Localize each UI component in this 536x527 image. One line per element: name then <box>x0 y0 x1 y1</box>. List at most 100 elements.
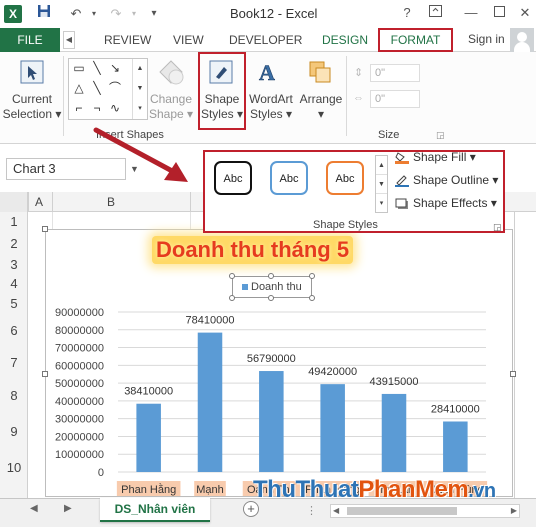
row-header-7[interactable]: 7 <box>0 355 28 370</box>
chart-bar <box>136 403 161 472</box>
avatar[interactable] <box>510 28 534 52</box>
legend-resize-handle[interactable] <box>229 273 235 279</box>
shapes-gallery-scroll[interactable]: ▲ ▼ ▾ <box>132 59 147 119</box>
shape-effects-icon <box>395 198 409 210</box>
shape-style-orange-outline[interactable]: Abc <box>326 161 364 195</box>
line-shape-icon[interactable]: ╲ <box>89 61 105 75</box>
shape-styles-label-1: Shape <box>204 92 240 106</box>
sheet-tab[interactable]: DS_Nhân viên <box>100 498 210 522</box>
rectangle-shape-icon[interactable]: ▭ <box>71 61 87 75</box>
ribbon-display-options-icon[interactable] <box>424 2 446 24</box>
arrange-label: Arrange <box>299 92 343 106</box>
column-header-b[interactable]: B <box>107 195 115 209</box>
redo-icon[interactable]: ↷ <box>106 4 126 24</box>
row-header-2[interactable]: 2 <box>0 236 28 251</box>
gallery-more-icon[interactable]: ▾ <box>133 99 147 119</box>
row-header-10[interactable]: 10 <box>0 460 28 475</box>
legend-resize-handle[interactable] <box>268 273 274 279</box>
gallery-down-icon[interactable]: ▼ <box>133 79 147 99</box>
shape-styles-label-2: Styles ▾ <box>200 107 244 121</box>
tab-design[interactable]: DESIGN <box>322 33 368 47</box>
shape-style-blue-outline[interactable]: Abc <box>270 161 308 195</box>
y-tick-label: 10000000 <box>55 449 104 461</box>
legend-resize-handle[interactable] <box>229 295 235 301</box>
horizontal-scrollbar[interactable]: ◀ ▶ <box>330 504 520 518</box>
row-header-4[interactable]: 4 <box>0 276 28 291</box>
gallery-down-icon[interactable]: ▼ <box>376 175 387 194</box>
wordart-styles-button[interactable]: WordArt Styles ▾ <box>246 92 296 122</box>
undo-dropdown-icon[interactable]: ▾ <box>84 4 104 24</box>
row-header-8[interactable]: 8 <box>0 388 28 403</box>
row-header-9[interactable]: 9 <box>0 424 28 439</box>
shape-styles-icon <box>208 59 234 88</box>
chart-bar <box>320 384 345 472</box>
row-header-5[interactable]: 5 <box>0 296 28 311</box>
shape-styles-gallery-scroll[interactable]: ▲ ▼ ▾ <box>375 155 388 213</box>
pencil-icon <box>395 175 409 187</box>
maximize-button[interactable] <box>488 2 510 24</box>
tab-review[interactable]: REVIEW <box>104 33 151 47</box>
shape-width-input[interactable]: 0" <box>370 90 420 108</box>
row-header-6[interactable]: 6 <box>0 323 28 338</box>
shape-styles-button[interactable]: Shape Styles ▾ <box>200 92 244 122</box>
undo-icon[interactable]: ↶ <box>66 4 86 24</box>
minimize-button[interactable]: — <box>460 2 482 24</box>
row-header-3[interactable]: 3 <box>0 257 28 272</box>
shapes-gallery[interactable]: ▭ ╲ ↘ △ ╲ ⌒ ⌐ ¬ ∿ ▲ ▼ ▾ <box>68 58 148 120</box>
column-header-a[interactable]: A <box>35 195 43 209</box>
legend-resize-handle[interactable] <box>268 295 274 301</box>
scroll-right-icon[interactable]: ▶ <box>511 505 517 517</box>
close-button[interactable]: ✕ <box>514 2 536 24</box>
sheet-nav-left-icon[interactable]: ◀ <box>30 503 38 514</box>
gallery-up-icon[interactable]: ▲ <box>133 59 147 79</box>
shape-styles-dialog-launcher-icon[interactable]: ◲ <box>493 222 502 233</box>
ribbon-separator <box>346 56 347 136</box>
tab-developer[interactable]: DEVELOPER <box>229 33 302 47</box>
sign-in-link[interactable]: Sign in <box>468 32 505 46</box>
customize-quick-access-icon[interactable]: ▾ <box>144 4 164 24</box>
gallery-up-icon[interactable]: ▲ <box>376 156 387 175</box>
shape-outline-button[interactable]: Shape Outline ▾ <box>395 173 498 187</box>
connector-shape-icon[interactable]: ⌐ <box>71 101 87 115</box>
scroll-left-icon[interactable]: ◀ <box>333 505 339 517</box>
change-shape-icon <box>156 59 186 92</box>
shape-height-input[interactable]: 0" <box>370 64 420 82</box>
size-dialog-launcher-icon[interactable]: ◲ <box>436 130 445 141</box>
tab-file[interactable]: FILE <box>0 28 60 52</box>
y-tick-label: 20000000 <box>55 431 104 443</box>
help-button[interactable]: ? <box>396 2 418 24</box>
chart-title[interactable]: Doanh thu tháng 5 <box>152 236 354 264</box>
elbow-connector-icon[interactable]: ¬ <box>89 101 105 115</box>
change-shape-button[interactable]: Change Shape ▾ <box>146 92 196 122</box>
sheet-options-icon[interactable]: ⋮ <box>306 504 317 517</box>
add-sheet-button[interactable]: + <box>243 501 259 517</box>
data-label: 56790000 <box>247 353 296 365</box>
curve-shape-icon[interactable]: ⌒ <box>107 81 123 95</box>
redo-dropdown-icon[interactable]: ▾ <box>124 4 144 24</box>
arrow-shape-icon[interactable]: ↘ <box>107 61 123 75</box>
save-icon[interactable] <box>34 4 54 24</box>
row-header-1[interactable]: 1 <box>0 214 28 229</box>
legend-resize-handle[interactable] <box>309 273 315 279</box>
shape-fill-label: Shape Fill <box>413 150 467 164</box>
shape-fill-button[interactable]: Shape Fill ▾ <box>395 150 476 164</box>
y-tick-label: 80000000 <box>55 325 104 337</box>
arrange-button[interactable]: Arrange ▾ <box>298 92 344 122</box>
current-selection-button[interactable]: Current Selection ▾ <box>2 92 62 122</box>
gallery-more-icon[interactable]: ▾ <box>376 194 387 213</box>
sheet-nav-right-icon[interactable]: ▶ <box>64 503 72 514</box>
freeform-shape-icon[interactable]: ∿ <box>107 101 123 115</box>
triangle-shape-icon[interactable]: △ <box>71 81 87 95</box>
tab-format[interactable]: FORMAT <box>378 28 453 52</box>
select-all-button[interactable] <box>0 192 28 212</box>
scroll-thumb[interactable] <box>347 507 457 515</box>
tab-view[interactable]: VIEW <box>173 33 204 47</box>
chart-bar <box>259 371 284 472</box>
data-label: 49420000 <box>308 366 357 378</box>
shape-effects-button[interactable]: Shape Effects ▾ <box>395 196 497 210</box>
shape-style-black-outline[interactable]: Abc <box>214 161 252 195</box>
chart-bar <box>443 421 468 472</box>
tab-scroll-left-icon[interactable]: ◀ <box>63 31 75 49</box>
legend-resize-handle[interactable] <box>309 295 315 301</box>
line-shape-icon[interactable]: ╲ <box>89 81 105 95</box>
